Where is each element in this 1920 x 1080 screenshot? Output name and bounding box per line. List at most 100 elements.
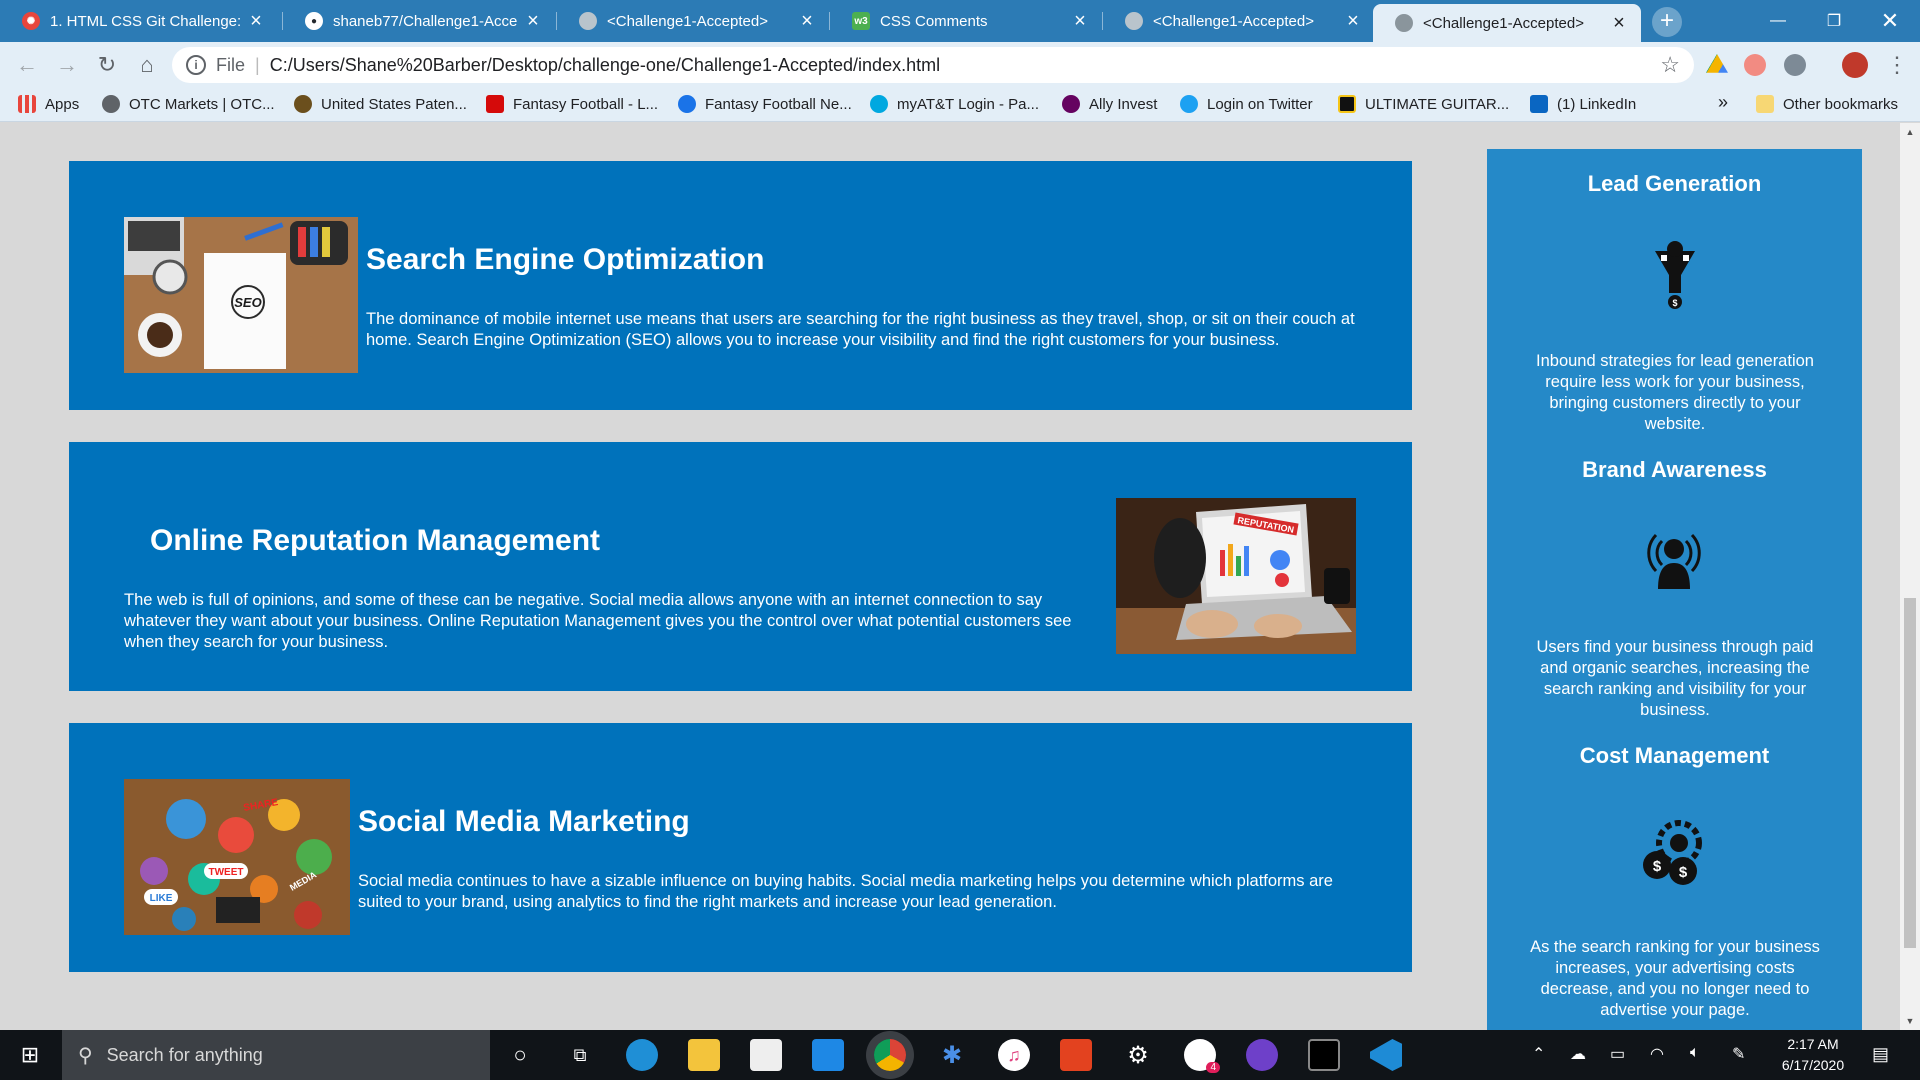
office-icon[interactable] [1060,1039,1092,1071]
close-tab-icon[interactable]: × [799,10,815,33]
bookmark-item[interactable]: Login on Twitter [1180,95,1313,113]
page-scrollbar[interactable]: ▲ ▼ [1900,123,1920,1030]
reload-button[interactable]: ↻ [92,50,122,80]
screen-recorder-icon[interactable] [1744,54,1766,76]
bookmark-item[interactable]: United States Paten... [294,95,467,113]
tab-title: 1. HTML CSS Git Challenge: C [50,12,240,30]
task-view-icon[interactable]: ⧉ [564,1039,596,1071]
more-bookmarks-label: » [1718,92,1729,112]
vscode-icon[interactable] [1370,1039,1402,1071]
bookmark-item[interactable]: (1) LinkedIn [1530,95,1636,113]
close-tab-icon[interactable]: × [248,10,264,33]
show-hidden-icons[interactable]: ⌃ [1532,1044,1545,1064]
google-drive-icon[interactable] [1706,54,1728,73]
itunes-icon[interactable]: ♫ [998,1039,1030,1071]
mail-icon[interactable] [812,1039,844,1071]
chrome-icon[interactable] [874,1039,906,1071]
wifi-icon[interactable]: ◠ [1650,1044,1664,1064]
seo-desk-illustration: SEO [124,217,358,373]
file-explorer-icon[interactable] [688,1039,720,1071]
windows-start-icon[interactable]: ⊞ [14,1039,46,1071]
microsoft-store-icon[interactable] [750,1039,782,1071]
bookmark-item[interactable]: Fantasy Football - L... [486,95,658,113]
reputation-image: REPUTATION [1116,498,1356,654]
maximize-button[interactable]: ❐ [1806,0,1862,42]
bookmark-item[interactable]: Fantasy Football Ne... [678,95,852,113]
bookmark-item[interactable]: OTC Markets | OTC... [102,95,275,113]
browser-toolbar: ← → ↻ ⌂ i File | C:/Users/Shane%20Barber… [0,42,1920,88]
scroll-up-icon[interactable]: ▲ [1900,127,1920,137]
slack-icon[interactable]: ✱ [936,1039,968,1071]
windows-taskbar: ⊞ ⚲ Search for anything ○ ⧉ ✱ ♫ ⚙ 4 ⌃ ☁ … [0,1030,1920,1080]
battery-icon[interactable]: ▭ [1610,1044,1625,1064]
svg-text:$: $ [1679,864,1688,881]
github-icon: ● [305,12,323,30]
challenge-favicon-icon: ✺ [22,12,40,30]
globe-icon [579,12,597,30]
other-bookmarks-folder[interactable]: Other bookmarks [1756,95,1898,113]
onedrive-icon[interactable]: ☁ [1570,1044,1586,1064]
taskbar-search-box[interactable]: ⚲ Search for anything [62,1030,490,1080]
action-center-icon[interactable]: ▤ [1872,1044,1889,1065]
bookmark-label: Login on Twitter [1207,95,1313,113]
section-heading: Social Media Marketing [358,805,690,838]
volume-icon[interactable]: 🔈︎ [1690,1044,1700,1062]
clock-time: 2:17 AM [1787,1036,1839,1052]
benefit-heading: Brand Awareness [1582,457,1767,482]
system-clock[interactable]: 2:17 AM 6/17/2020 [1768,1034,1858,1076]
browser-tab[interactable]: w3 CSS Comments × [830,0,1102,42]
cortana-icon[interactable]: ○ [504,1039,536,1071]
cost-management-icon: $ $ [1643,820,1702,885]
benefit-text: Inbound strategies for lead generation r… [1536,352,1814,433]
github-desktop-icon[interactable] [1246,1039,1278,1071]
bookmark-label: Apps [45,95,80,113]
ally-icon [1062,95,1080,113]
forward-button[interactable]: → [52,50,82,80]
benefit-text: As the search ranking for your business … [1530,938,1820,1019]
bookmark-item[interactable]: myAT&T Login - Pa... [870,95,1039,113]
profile-avatar[interactable] [1842,52,1868,78]
seo-image: SEO [124,217,358,373]
bookmark-label: ULTIMATE GUITAR... [1365,95,1510,113]
svg-text:$: $ [1653,858,1662,875]
scrollbar-thumb[interactable] [1904,598,1916,948]
bookmark-label: Fantasy Football - L... [513,95,659,113]
new-tab-button[interactable]: + [1652,7,1682,37]
settings-icon[interactable]: ⚙ [1122,1039,1154,1071]
browser-tab[interactable]: ✺ 1. HTML CSS Git Challenge: C × [0,0,278,42]
close-window-button[interactable]: ✕ [1862,0,1918,42]
bookmark-item[interactable]: Ally Invest [1062,95,1157,113]
close-tab-icon[interactable]: × [1072,10,1088,33]
browser-tab-active[interactable]: <Challenge1-Accepted> × [1373,4,1641,42]
more-bookmarks-button[interactable]: » [1718,92,1728,113]
address-bar[interactable]: i File | C:/Users/Shane%20Barber/Desktop… [172,47,1694,83]
slack-notifications-icon[interactable]: 4 [1184,1039,1220,1073]
browser-tab[interactable]: <Challenge1-Accepted> × [557,0,829,42]
browser-tab[interactable]: <Challenge1-Accepted> × [1103,0,1375,42]
home-button[interactable]: ⌂ [132,50,162,80]
seo-image-label: SEO [234,295,261,310]
lead-generation-icon: $ [1655,241,1695,309]
edge-icon[interactable] [626,1039,658,1071]
bookmark-star-icon[interactable]: ☆ [1660,52,1680,78]
browser-tab[interactable]: ● shaneb77/Challenge1-Accep × [283,0,555,42]
bookmark-item[interactable]: ULTIMATE GUITAR... [1338,95,1509,113]
info-icon[interactable]: i [186,55,206,75]
scroll-down-icon[interactable]: ▼ [1900,1016,1920,1026]
close-tab-icon[interactable]: × [525,10,541,33]
close-tab-icon[interactable]: × [1611,12,1627,35]
pen-icon[interactable]: ✎ [1732,1044,1745,1064]
linkedin-icon [1530,95,1548,113]
section-text: The dominance of mobile internet use mea… [366,310,1355,349]
bookmark-item[interactable]: Apps [18,95,79,113]
vpn-extension-icon[interactable] [1784,54,1806,76]
back-button[interactable]: ← [12,50,42,80]
close-tab-icon[interactable]: × [1345,10,1361,33]
section-heading: Search Engine Optimization [366,243,765,276]
minimize-button[interactable]: ― [1750,0,1806,42]
tab-title: CSS Comments [880,12,988,30]
tab-title: shaneb77/Challenge1-Accep [333,12,517,30]
bookmark-label: Ally Invest [1089,95,1158,113]
chrome-menu-icon[interactable]: ⋮ [1886,52,1908,78]
terminal-icon[interactable] [1308,1039,1340,1071]
